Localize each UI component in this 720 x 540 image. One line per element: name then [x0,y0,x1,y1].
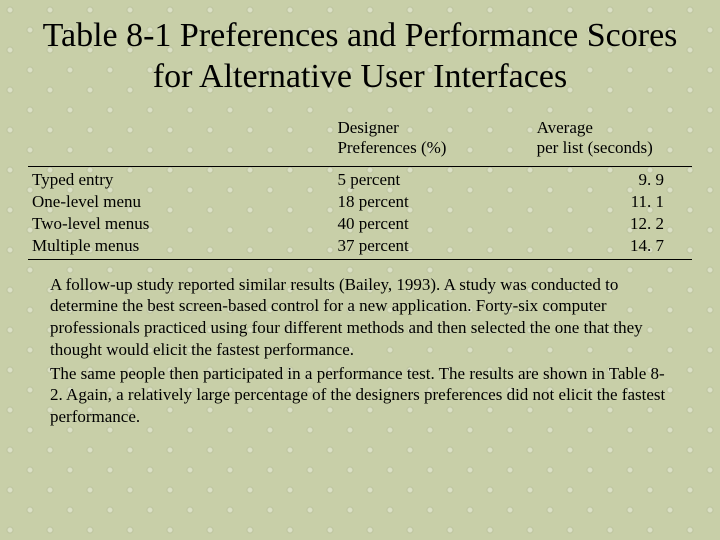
row-label: One-level menu [28,191,333,213]
header-preferences-l2: Preferences (%) [337,138,446,157]
header-average-l2: per list (seconds) [537,138,653,157]
row-pref: 40 percent [333,213,532,235]
paragraph-1: A follow-up study reported similar resul… [50,274,670,361]
row-label: Multiple menus [28,235,333,257]
rule-bottom [28,259,692,260]
table-row: One-level menu 18 percent 11. 1 [28,191,692,213]
header-preferences: Designer Preferences (%) [333,116,532,164]
row-avg: 9. 9 [533,169,692,191]
table-header-row: Designer Preferences (%) Average per lis… [28,116,692,164]
row-label: Typed entry [28,169,333,191]
rule-top [28,166,692,167]
row-pref: 18 percent [333,191,532,213]
header-preferences-l1: Designer [337,118,398,137]
row-pref: 37 percent [333,235,532,257]
row-avg: 12. 2 [533,213,692,235]
table-row: Two-level menus 40 percent 12. 2 [28,213,692,235]
row-avg: 11. 1 [533,191,692,213]
row-label: Two-level menus [28,213,333,235]
header-average-l1: Average [537,118,593,137]
header-empty [28,116,333,164]
header-average: Average per list (seconds) [533,116,692,164]
table-row: Typed entry 5 percent 9. 9 [28,169,692,191]
paragraph-2: The same people then participated in a p… [50,363,670,428]
table-row: Multiple menus 37 percent 14. 7 [28,235,692,257]
row-avg: 14. 7 [533,235,692,257]
row-pref: 5 percent [333,169,532,191]
body-text: A follow-up study reported similar resul… [50,274,670,428]
page-title: Table 8-1 Preferences and Performance Sc… [28,16,692,98]
preferences-table: Designer Preferences (%) Average per lis… [28,116,692,262]
